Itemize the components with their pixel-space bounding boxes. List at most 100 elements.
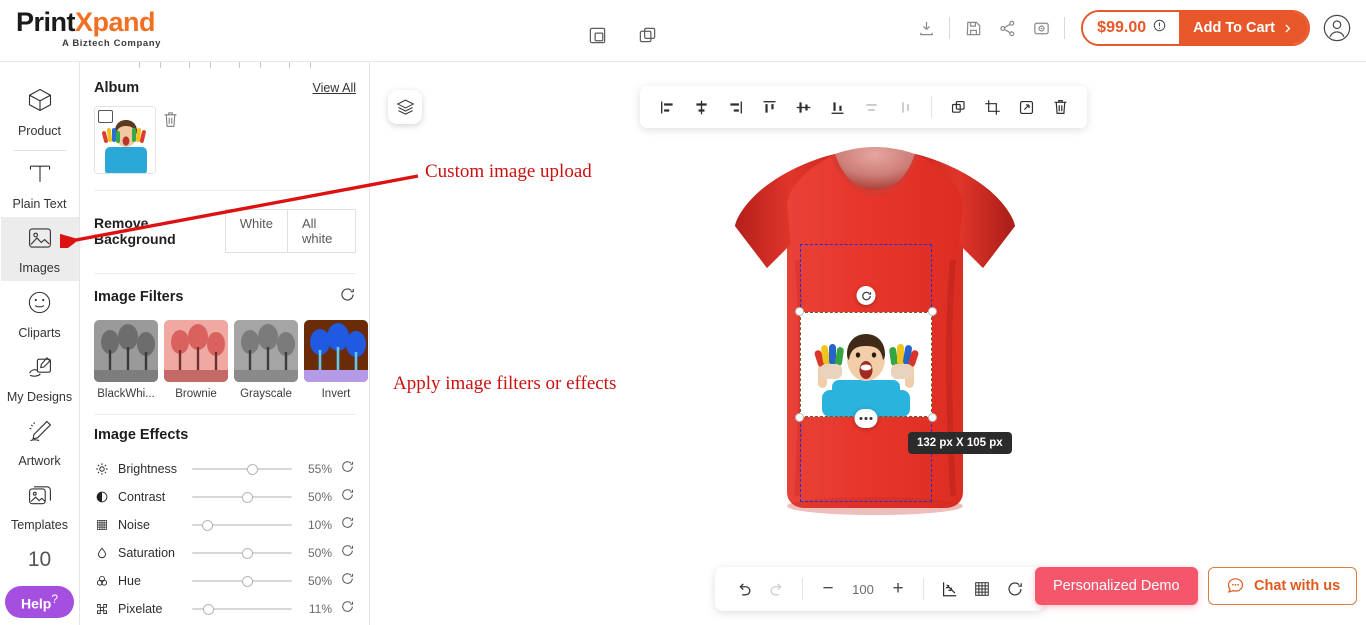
hue-icon (94, 573, 110, 589)
align-bottom-icon[interactable] (822, 92, 852, 122)
single-view-icon[interactable] (580, 18, 614, 52)
text-t-icon (26, 161, 54, 192)
effect-slider-hue[interactable] (192, 573, 292, 589)
upload-tab-icon-1[interactable] (139, 62, 161, 68)
bottom-divider-1 (802, 578, 803, 600)
filter-item-blackwhite[interactable]: BlackWhi... (94, 320, 158, 400)
account-avatar-icon[interactable] (1320, 11, 1354, 45)
resize-handle-bottom-right[interactable] (928, 413, 937, 422)
resize-handle-bottom-left[interactable] (795, 413, 804, 422)
noise-icon (94, 517, 110, 533)
album-thumbnail[interactable] (94, 106, 156, 174)
multi-view-icon[interactable] (630, 18, 664, 52)
filter-item-brownie[interactable]: Brownie (164, 320, 228, 400)
effect-reset-icon[interactable] (340, 459, 356, 479)
effect-slider-contrast[interactable] (192, 489, 292, 505)
ruler-icon[interactable] (934, 574, 964, 604)
duplicate-icon[interactable] (943, 92, 973, 122)
effect-reset-icon[interactable] (340, 487, 356, 507)
zoom-out-button[interactable]: − (813, 574, 843, 604)
slider-knob[interactable] (247, 464, 258, 475)
sidebar-item-plain-text[interactable]: Plain Text (1, 153, 79, 217)
image-effects-header: Image Effects (94, 427, 356, 443)
remove-bg-option-white[interactable]: White (224, 209, 288, 253)
effect-label: Hue (118, 574, 141, 588)
sidebar-item-label: Plain Text (12, 197, 67, 211)
slider-knob[interactable] (242, 492, 253, 503)
zoom-in-button[interactable]: + (883, 574, 913, 604)
undo-icon[interactable] (729, 574, 759, 604)
align-right-icon[interactable] (720, 92, 750, 122)
sidebar-divider (13, 150, 66, 151)
sidebar-item-product[interactable]: Product (1, 78, 79, 144)
price-box[interactable]: $99.00 (1083, 12, 1180, 44)
album-view-all-link[interactable]: View All (312, 81, 356, 95)
slider-knob[interactable] (242, 576, 253, 587)
grid-icon[interactable] (967, 574, 997, 604)
share-icon[interactable] (990, 11, 1024, 45)
effect-slider-pixelate[interactable] (192, 601, 292, 617)
filter-item-invert[interactable]: Invert (304, 320, 368, 400)
size-tooltip: 132 px X 105 px (908, 432, 1012, 454)
resize-handle-top-left[interactable] (795, 307, 804, 316)
crop-icon[interactable] (977, 92, 1007, 122)
effect-reset-icon[interactable] (340, 599, 356, 619)
effect-slider-saturation[interactable] (192, 545, 292, 561)
effect-slider-brightness[interactable] (192, 461, 292, 477)
panel-scroll-container[interactable]: Album View All Remove Background White A… (80, 62, 369, 625)
slider-knob[interactable] (202, 520, 213, 531)
delete-icon[interactable] (1045, 92, 1075, 122)
sidebar-item-templates[interactable]: Templates (1, 474, 79, 538)
align-top-icon[interactable] (754, 92, 784, 122)
align-left-icon[interactable] (652, 92, 682, 122)
logo-part-x: X (75, 7, 93, 37)
layers-icon[interactable] (388, 90, 422, 124)
artwork-icon (26, 418, 54, 449)
preview-icon[interactable] (1024, 11, 1058, 45)
reset-icon[interactable] (1000, 574, 1030, 604)
personalized-demo-button[interactable]: Personalized Demo (1035, 567, 1198, 605)
remove-bg-option-all-white[interactable]: All white (287, 209, 356, 253)
filter-thumb-blackwhite (94, 320, 158, 382)
expand-icon[interactable] (1011, 92, 1041, 122)
upload-tab-icon-4[interactable] (289, 62, 311, 68)
effect-reset-icon[interactable] (340, 571, 356, 591)
sidebar-item-my-designs[interactable]: My Designs (1, 346, 79, 410)
rotate-icon[interactable] (856, 286, 876, 305)
selected-object[interactable] (795, 286, 937, 428)
remove-background-options: White All white (224, 209, 356, 253)
saturation-icon (94, 545, 110, 561)
help-question-mark: ? (51, 592, 59, 606)
add-to-cart-button[interactable]: Add To Cart (1179, 12, 1308, 44)
effect-reset-icon[interactable] (340, 543, 356, 563)
resize-handle-top-right[interactable] (928, 307, 937, 316)
filter-item-grayscale[interactable]: Grayscale (234, 320, 298, 400)
slider-knob[interactable] (203, 604, 214, 615)
effect-value: 50% (307, 490, 332, 504)
chat-with-us-button[interactable]: Chat with us (1208, 567, 1358, 605)
sidebar-item-cliparts[interactable]: Cliparts (1, 281, 79, 346)
help-button[interactable]: Help? (4, 586, 75, 618)
more-options-icon[interactable] (854, 409, 878, 428)
download-icon[interactable] (909, 11, 943, 45)
upload-tab-icon-2[interactable] (189, 62, 211, 68)
image-filters-title: Image Filters (94, 289, 184, 305)
brand-logo[interactable]: PrintXpand A Biztech Company (16, 7, 226, 50)
image-filters-reset-icon[interactable] (339, 286, 356, 308)
align-middle-vertical-icon[interactable] (788, 92, 818, 122)
logo-tagline: A Biztech Company (62, 38, 162, 50)
slider-knob[interactable] (242, 548, 253, 559)
sidebar-item-images[interactable]: Images (0, 217, 79, 281)
save-icon[interactable] (956, 11, 990, 45)
info-icon[interactable] (1152, 18, 1167, 38)
sidebar-item-artwork[interactable]: Artwork (1, 410, 79, 474)
effect-slider-noise[interactable] (192, 517, 292, 533)
effect-value: 55% (307, 462, 332, 476)
align-center-horizontal-icon[interactable] (686, 92, 716, 122)
panel-upload-tabs-cutoff[interactable] (94, 62, 356, 68)
upload-tab-icon-3[interactable] (239, 62, 261, 68)
design-canvas[interactable]: 132 px X 105 px − 100 + Personalized Dem… (370, 62, 1366, 625)
trash-icon[interactable] (162, 110, 180, 130)
effect-reset-icon[interactable] (340, 515, 356, 535)
sidebar-counter: 10 (27, 548, 52, 571)
